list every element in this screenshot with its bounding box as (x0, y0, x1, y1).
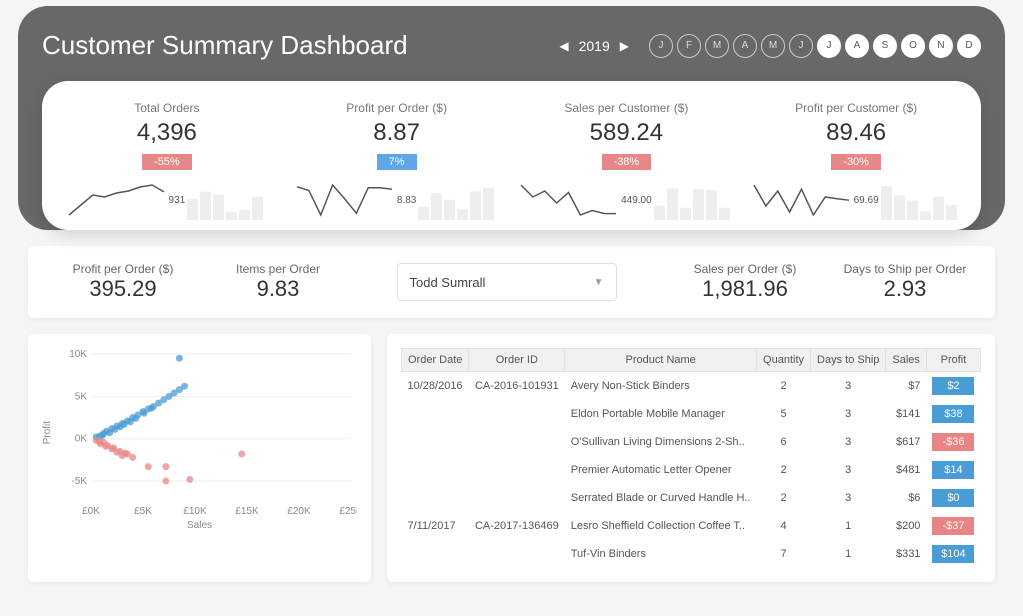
sparkline-last-value: 69.69 (854, 195, 879, 206)
page-title: Customer Summary Dashboard (42, 30, 539, 61)
svg-text:10K: 10K (69, 349, 87, 360)
next-year-arrow[interactable]: ▶ (620, 39, 629, 53)
prev-year-arrow[interactable]: ◀ (559, 39, 568, 53)
sparkline-bars (187, 180, 267, 220)
chevron-down-icon: ▼ (594, 277, 604, 288)
kpi-badge: -38% (602, 154, 652, 170)
scatter-chart[interactable]: 10K 5K 0K -5K £0K £5K £10K £15K £20K £25K (57, 348, 357, 518)
stat-profit-per-order: Profit per Order ($) 395.29 (48, 262, 198, 302)
dashboard-header: Customer Summary Dashboard ◀ 2019 ▶ JFMA… (18, 6, 1005, 230)
month-pill-11[interactable]: D (957, 34, 981, 58)
kpi-badge: -30% (831, 154, 881, 170)
stat-sales-per-order: Sales per Order ($) 1,981.96 (675, 262, 815, 302)
table-row[interactable]: 7/11/2017 CA-2017-136469 Lesro Sheffield… (402, 512, 981, 540)
year-navigator: ◀ 2019 ▶ (559, 38, 629, 54)
year-value: 2019 (579, 38, 610, 54)
svg-text:£10K: £10K (183, 506, 207, 517)
kpi-value: 89.46 (747, 119, 965, 147)
table-row[interactable]: Tuf-Vin Binders 7 1 $331 $104 (402, 540, 981, 568)
kpi-2: Sales per Customer ($) 589.24 -38% 449.0… (512, 101, 742, 220)
table-row[interactable]: 10/28/2016 CA-2016-101931 Avery Non-Stic… (402, 372, 981, 401)
sparkline-bars (418, 180, 498, 220)
month-pill-6[interactable]: J (817, 34, 841, 58)
month-pill-5[interactable]: J (789, 34, 813, 58)
svg-text:£20K: £20K (287, 506, 311, 517)
kpi-label: Sales per Customer ($) (518, 101, 736, 115)
kpi-value: 8.87 (288, 119, 506, 147)
orders-table: Order DateOrder IDProduct NameQuantityDa… (401, 348, 981, 568)
sparkline-chart (295, 180, 395, 220)
table-row[interactable]: Premier Automatic Letter Opener 2 3 $481… (402, 456, 981, 484)
sparkline-last-value: 931 (169, 195, 186, 206)
kpi-0: Total Orders 4,396 -55% 931 (52, 101, 282, 220)
customer-selector-value: Todd Sumrall (410, 275, 486, 290)
table-header[interactable]: Order Date (402, 349, 469, 372)
month-pill-3[interactable]: A (733, 34, 757, 58)
kpi-badge: 7% (377, 154, 417, 170)
month-pill-2[interactable]: M (705, 34, 729, 58)
kpi-3: Profit per Customer ($) 89.46 -30% 69.69 (741, 101, 971, 220)
sparkline-chart (519, 180, 619, 220)
month-pill-0[interactable]: J (649, 34, 673, 58)
month-filter: JFMAMJJASOND (649, 34, 981, 58)
month-pill-9[interactable]: O (901, 34, 925, 58)
svg-text:£15K: £15K (235, 506, 259, 517)
customer-selector[interactable]: Todd Sumrall ▼ (397, 263, 617, 301)
table-row[interactable]: Serrated Blade or Curved Handle H.. 2 3 … (402, 484, 981, 512)
kpi-label: Total Orders (58, 101, 276, 115)
kpi-value: 4,396 (58, 119, 276, 147)
table-header[interactable]: Order ID (469, 349, 565, 372)
kpi-label: Profit per Order ($) (288, 101, 506, 115)
stat-items-per-order: Items per Order 9.83 (218, 262, 338, 302)
kpi-value: 589.24 (518, 119, 736, 147)
kpi-label: Profit per Customer ($) (747, 101, 965, 115)
month-pill-7[interactable]: A (845, 34, 869, 58)
scatter-ylabel: Profit (42, 421, 53, 444)
customer-summary-bar: Profit per Order ($) 395.29 Items per Or… (28, 246, 995, 318)
sparkline-last-value: 449.00 (621, 195, 652, 206)
orders-table-card: Order DateOrder IDProduct NameQuantityDa… (387, 334, 995, 582)
kpi-badge: -55% (142, 154, 192, 170)
table-header[interactable]: Quantity (757, 349, 811, 372)
month-pill-1[interactable]: F (677, 34, 701, 58)
stat-days-to-ship: Days to Ship per Order 2.93 (835, 262, 975, 302)
svg-text:0K: 0K (75, 434, 88, 445)
month-pill-10[interactable]: N (929, 34, 953, 58)
sparkline-chart (67, 180, 167, 220)
sparkline-last-value: 8.83 (397, 195, 416, 206)
svg-text:£5K: £5K (134, 506, 152, 517)
kpi-1: Profit per Order ($) 8.87 7% 8.83 (282, 101, 512, 220)
svg-text:5K: 5K (75, 391, 88, 402)
table-header[interactable]: Profit (926, 349, 980, 372)
svg-text:-5K: -5K (71, 476, 87, 487)
scatter-xlabel: Sales (42, 520, 357, 531)
kpi-panel: Total Orders 4,396 -55% 931 Profit per O… (42, 81, 981, 230)
table-header[interactable]: Sales (886, 349, 927, 372)
month-pill-8[interactable]: S (873, 34, 897, 58)
table-header[interactable]: Product Name (565, 349, 757, 372)
month-pill-4[interactable]: M (761, 34, 785, 58)
sparkline-bars (881, 180, 961, 220)
svg-text:£0K: £0K (82, 506, 100, 517)
table-row[interactable]: Eldon Portable Mobile Manager 5 3 $141 $… (402, 400, 981, 428)
sparkline-chart (752, 180, 852, 220)
table-row[interactable]: O'Sullivan Living Dimensions 2-Sh.. 6 3 … (402, 428, 981, 456)
svg-text:£25K: £25K (339, 506, 357, 517)
scatter-chart-card: Profit 10K5K0K-5K£0K£5K£10K£15K£20K£25K … (28, 334, 371, 582)
table-header[interactable]: Days to Ship (811, 349, 886, 372)
sparkline-bars (654, 180, 734, 220)
